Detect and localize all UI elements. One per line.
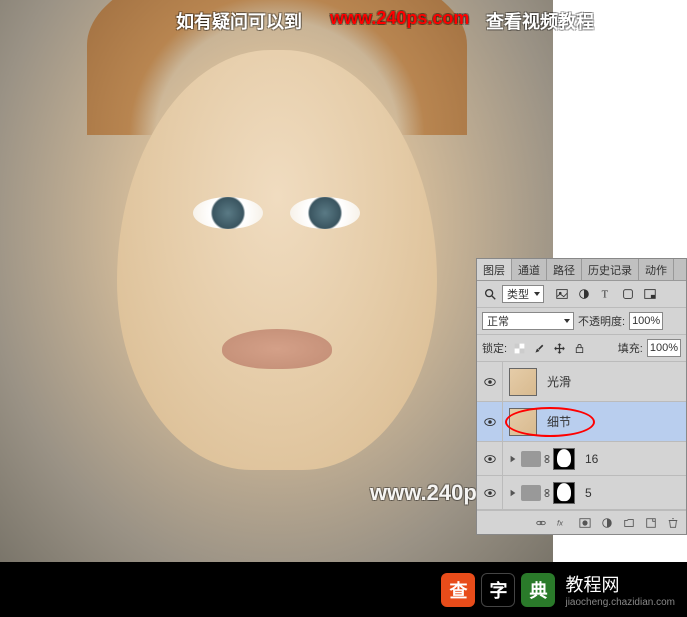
- watermark-text-wrap: 教程网 jiaocheng.chazidian.com: [561, 571, 675, 608]
- svg-text:fx: fx: [557, 518, 564, 527]
- layers-list: 光滑 细节: [477, 362, 686, 510]
- panel-lock-row: 锁定: 填充: 100%: [477, 335, 686, 362]
- overlay-tip-prefix: 如有疑问可以到: [176, 8, 302, 34]
- logo-char-dian: 典: [521, 573, 555, 607]
- photo-lips: [222, 329, 332, 369]
- panel-blend-row: 正常 不透明度: 100%: [477, 308, 686, 335]
- tab-actions[interactable]: 动作: [639, 259, 674, 280]
- lock-brush-icon[interactable]: [531, 340, 547, 356]
- filter-adjust-icon[interactable]: [576, 286, 592, 302]
- folder-icon: [521, 451, 541, 467]
- tab-channels[interactable]: 通道: [512, 259, 547, 280]
- new-group-icon[interactable]: [622, 516, 636, 530]
- tab-history[interactable]: 历史记录: [582, 259, 639, 280]
- group-toggle-arrow[interactable]: [507, 487, 519, 499]
- opacity-value[interactable]: 100%: [629, 312, 663, 330]
- filter-image-icon[interactable]: [554, 286, 570, 302]
- photo-eye-left: [193, 197, 263, 229]
- layer-name-label[interactable]: 16: [585, 452, 598, 466]
- tab-layers[interactable]: 图层: [477, 259, 512, 280]
- layer-name-label[interactable]: 细节: [547, 413, 571, 430]
- watermark-label: 教程网: [565, 571, 619, 597]
- layer-name-label[interactable]: 光滑: [547, 373, 571, 390]
- layer-visibility-toggle[interactable]: [477, 442, 503, 475]
- fill-value[interactable]: 100%: [647, 339, 681, 357]
- svg-text:T: T: [602, 290, 609, 301]
- layer-visibility-toggle[interactable]: [477, 362, 503, 401]
- eye-icon: [483, 375, 497, 389]
- filter-type-dropdown[interactable]: 类型: [502, 285, 544, 303]
- canvas-photo: [0, 0, 553, 562]
- layer-visibility-toggle[interactable]: [477, 476, 503, 509]
- photo-eye-right: [290, 197, 360, 229]
- filter-shape-icon[interactable]: [620, 286, 636, 302]
- lock-transparency-icon[interactable]: [511, 340, 527, 356]
- search-icon[interactable]: [482, 286, 498, 302]
- layer-group-row[interactable]: 16: [477, 442, 686, 476]
- new-layer-icon[interactable]: [644, 516, 658, 530]
- adjustment-layer-icon[interactable]: [600, 516, 614, 530]
- filter-text-icon[interactable]: T: [598, 286, 614, 302]
- layer-visibility-toggle[interactable]: [477, 402, 503, 441]
- eye-icon: [483, 486, 497, 500]
- lock-label: 锁定:: [482, 340, 507, 356]
- overlay-url: www.240ps.com: [330, 8, 469, 29]
- add-mask-icon[interactable]: [578, 516, 592, 530]
- fx-icon[interactable]: fx: [556, 516, 570, 530]
- link-icon: [542, 454, 552, 464]
- logo-char-cha: 查: [441, 573, 475, 607]
- lock-all-icon[interactable]: [571, 340, 587, 356]
- bottom-watermark-strip: 查 字 典 教程网 jiaocheng.chazidian.com: [0, 562, 687, 617]
- layer-mask-thumbnail[interactable]: [553, 482, 575, 504]
- panel-tabs: 图层 通道 路径 历史记录 动作: [477, 259, 686, 281]
- layer-thumbnail[interactable]: [509, 408, 537, 436]
- layer-row-selected[interactable]: 细节: [477, 402, 686, 442]
- layer-row[interactable]: 光滑: [477, 362, 686, 402]
- layer-name-label[interactable]: 5: [585, 486, 592, 500]
- folder-icon: [521, 485, 541, 501]
- trash-icon[interactable]: [666, 516, 680, 530]
- eye-icon: [483, 415, 497, 429]
- lock-position-icon[interactable]: [551, 340, 567, 356]
- group-toggle-arrow[interactable]: [507, 453, 519, 465]
- filter-smart-icon[interactable]: [642, 286, 658, 302]
- layer-thumbnail[interactable]: [509, 368, 537, 396]
- tab-paths[interactable]: 路径: [547, 259, 582, 280]
- link-icon: [542, 488, 552, 498]
- opacity-label: 不透明度:: [578, 313, 625, 329]
- overlay-tip-suffix: 查看视频教程: [486, 8, 594, 34]
- fill-label: 填充:: [618, 340, 643, 356]
- link-layers-icon[interactable]: [534, 516, 548, 530]
- photo-face: [117, 50, 437, 470]
- panel-footer: fx: [477, 510, 686, 534]
- blend-mode-dropdown[interactable]: 正常: [482, 312, 574, 330]
- layer-group-row[interactable]: 5: [477, 476, 686, 510]
- watermark-sub: jiaocheng.chazidian.com: [565, 597, 675, 608]
- layers-panel: 图层 通道 路径 历史记录 动作 类型 T 正常 不透明度: 100% 锁定: …: [476, 258, 687, 535]
- layer-mask-thumbnail[interactable]: [553, 448, 575, 470]
- logo-char-zi: 字: [481, 573, 515, 607]
- eye-icon: [483, 452, 497, 466]
- panel-filter-row: 类型 T: [477, 281, 686, 308]
